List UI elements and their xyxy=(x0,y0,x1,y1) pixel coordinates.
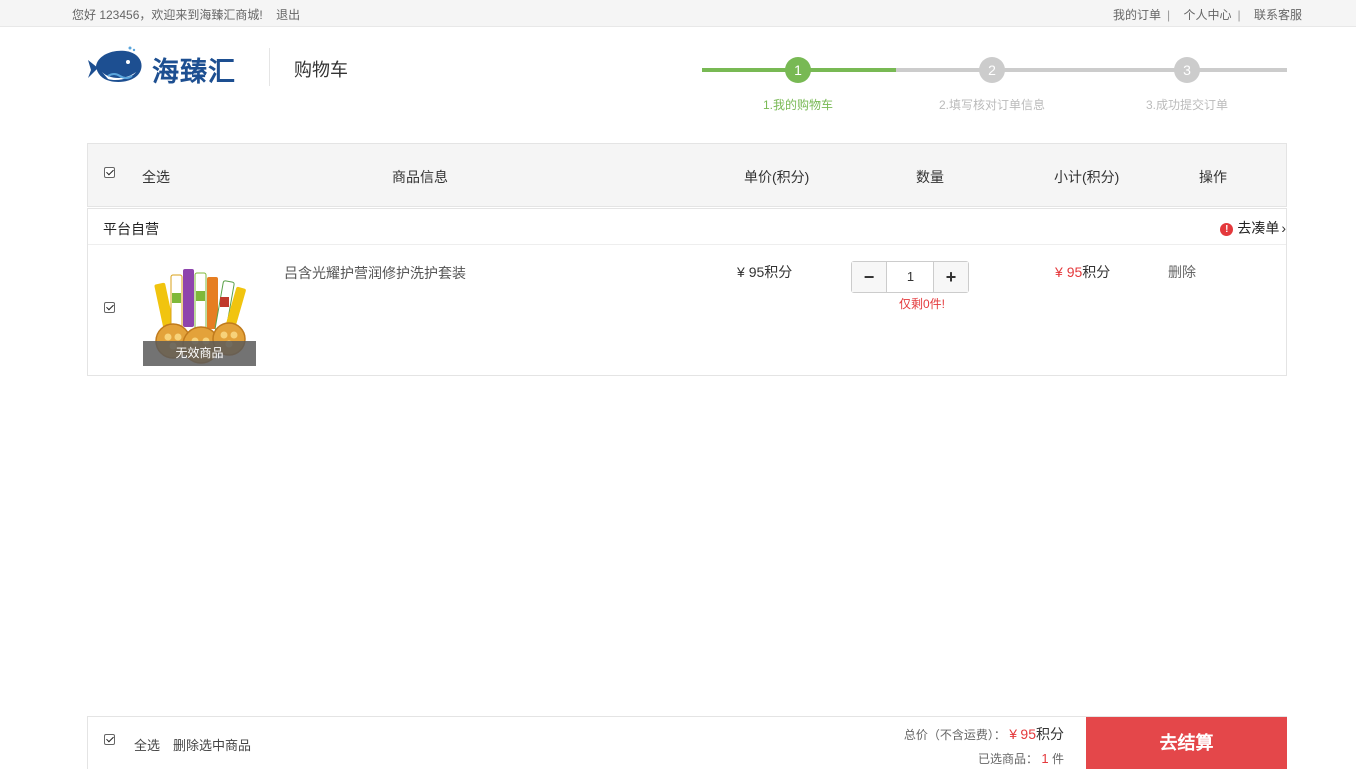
price-value: 95 xyxy=(748,264,765,280)
invalid-product-badge: 无效商品 xyxy=(143,341,256,366)
step-2-dot: 2 xyxy=(979,57,1005,83)
greeting-text: 您好 123456，欢迎来到海臻汇商城! xyxy=(72,8,263,22)
header-unit-price: 单价(积分) xyxy=(744,169,810,185)
footer-select-all-label[interactable]: 全选 xyxy=(134,735,160,754)
header-product-info: 商品信息 xyxy=(392,169,448,185)
coudan-link[interactable]: ! 去凑单 › xyxy=(1220,218,1286,238)
divider: | xyxy=(1167,8,1171,22)
selected-count-value: 1 xyxy=(1041,751,1049,766)
checkout-button[interactable]: 去结算 xyxy=(1086,717,1287,769)
cart-footer: 全选 删除选中商品 总价（不含运费）： ¥ 95积分 已选商品： 1 件 去结算 xyxy=(87,716,1287,769)
header-subtotal: 小计(积分) xyxy=(1054,169,1120,185)
selected-count: 已选商品： 1 件 xyxy=(978,750,1064,767)
header-divider xyxy=(269,48,270,86)
decrease-button[interactable]: − xyxy=(852,262,887,292)
stock-warning: 仅剩0件! xyxy=(899,297,946,311)
total-currency: ¥ xyxy=(1009,726,1018,742)
total-label: 总价（不含运费）： xyxy=(903,728,1006,742)
site-logo[interactable]: 海臻汇 xyxy=(88,46,243,88)
selected-unit: 件 xyxy=(1051,752,1064,766)
checkout-steps: 1 2 3 1.我的购物车 2.填写核对订单信息 3.成功提交订单 xyxy=(702,56,1287,116)
header-action: 操作 xyxy=(1199,169,1227,185)
coudan-label: 去凑单 xyxy=(1237,220,1280,236)
chevron-right-icon: › xyxy=(1281,220,1286,236)
step-3-dot: 3 xyxy=(1174,57,1200,83)
product-name-link[interactable]: 吕含光耀护营润修护洗护套装 xyxy=(284,263,466,283)
top-bar: 您好 123456，欢迎来到海臻汇商城! 退出 我的订单 | 个人中心 | 联系客服 xyxy=(0,0,1356,27)
total-value: 95 xyxy=(1020,726,1036,742)
total-price: 总价（不含运费）： ¥ 95积分 xyxy=(904,724,1064,744)
unit-price: ¥ 95积分 xyxy=(737,262,792,282)
footer-select-all-checkbox[interactable] xyxy=(104,734,115,745)
currency-symbol: ¥ xyxy=(737,264,745,280)
shop-header: 平台自营 ! 去凑单 › xyxy=(88,209,1286,245)
logo-text: 海臻汇 xyxy=(152,57,236,88)
subtotal-currency: ¥ xyxy=(1055,264,1063,280)
personal-center-link[interactable]: 个人中心 xyxy=(1184,8,1232,22)
select-all-label: 全选 xyxy=(142,169,170,185)
subtotal-value: 95 xyxy=(1066,264,1083,280)
quantity-stepper: − 1 + xyxy=(851,261,969,293)
logout-link[interactable]: 退出 xyxy=(276,8,300,22)
shop-group: 平台自营 ! 去凑单 › 无效商品 吕含光耀护营润修护洗护套装 ¥ 95积分 −… xyxy=(87,208,1287,376)
header-quantity: 数量 xyxy=(916,169,944,185)
step-1-dot: 1 xyxy=(785,57,811,83)
item-checkbox[interactable] xyxy=(104,302,115,313)
select-all-checkbox[interactable] xyxy=(104,167,115,178)
delete-item-button[interactable]: 删除 xyxy=(1168,262,1196,282)
page-title: 购物车 xyxy=(294,60,348,80)
step-2-label: 2.填写核对订单信息 xyxy=(938,98,1045,112)
my-orders-link[interactable]: 我的订单 xyxy=(1113,8,1161,22)
delete-selected-button[interactable]: 删除选中商品 xyxy=(173,735,251,754)
step-line xyxy=(896,68,1287,72)
item-subtotal: ¥ 95积分 xyxy=(1055,262,1110,282)
topbar-left: 您好 123456，欢迎来到海臻汇商城! 退出 xyxy=(72,6,310,23)
selected-label: 已选商品： xyxy=(978,752,1039,766)
increase-button[interactable]: + xyxy=(933,262,968,292)
quantity-input[interactable]: 1 xyxy=(888,262,933,292)
divider: | xyxy=(1237,8,1241,22)
topbar-right: 我的订单 | 个人中心 | 联系客服 xyxy=(1107,6,1302,23)
price-unit: 积分 xyxy=(764,264,793,280)
total-unit: 积分 xyxy=(1036,726,1064,742)
step-3-label: 3.成功提交订单 xyxy=(1145,98,1228,112)
step-1-label: 1.我的购物车 xyxy=(762,98,833,112)
subtotal-unit: 积分 xyxy=(1082,264,1111,280)
shop-name: 平台自营 xyxy=(103,221,159,237)
alert-icon: ! xyxy=(1220,223,1234,236)
cart-table-header: 全选 商品信息 单价(积分) 数量 小计(积分) 操作 xyxy=(87,143,1287,207)
customer-service-link[interactable]: 联系客服 xyxy=(1254,8,1302,22)
